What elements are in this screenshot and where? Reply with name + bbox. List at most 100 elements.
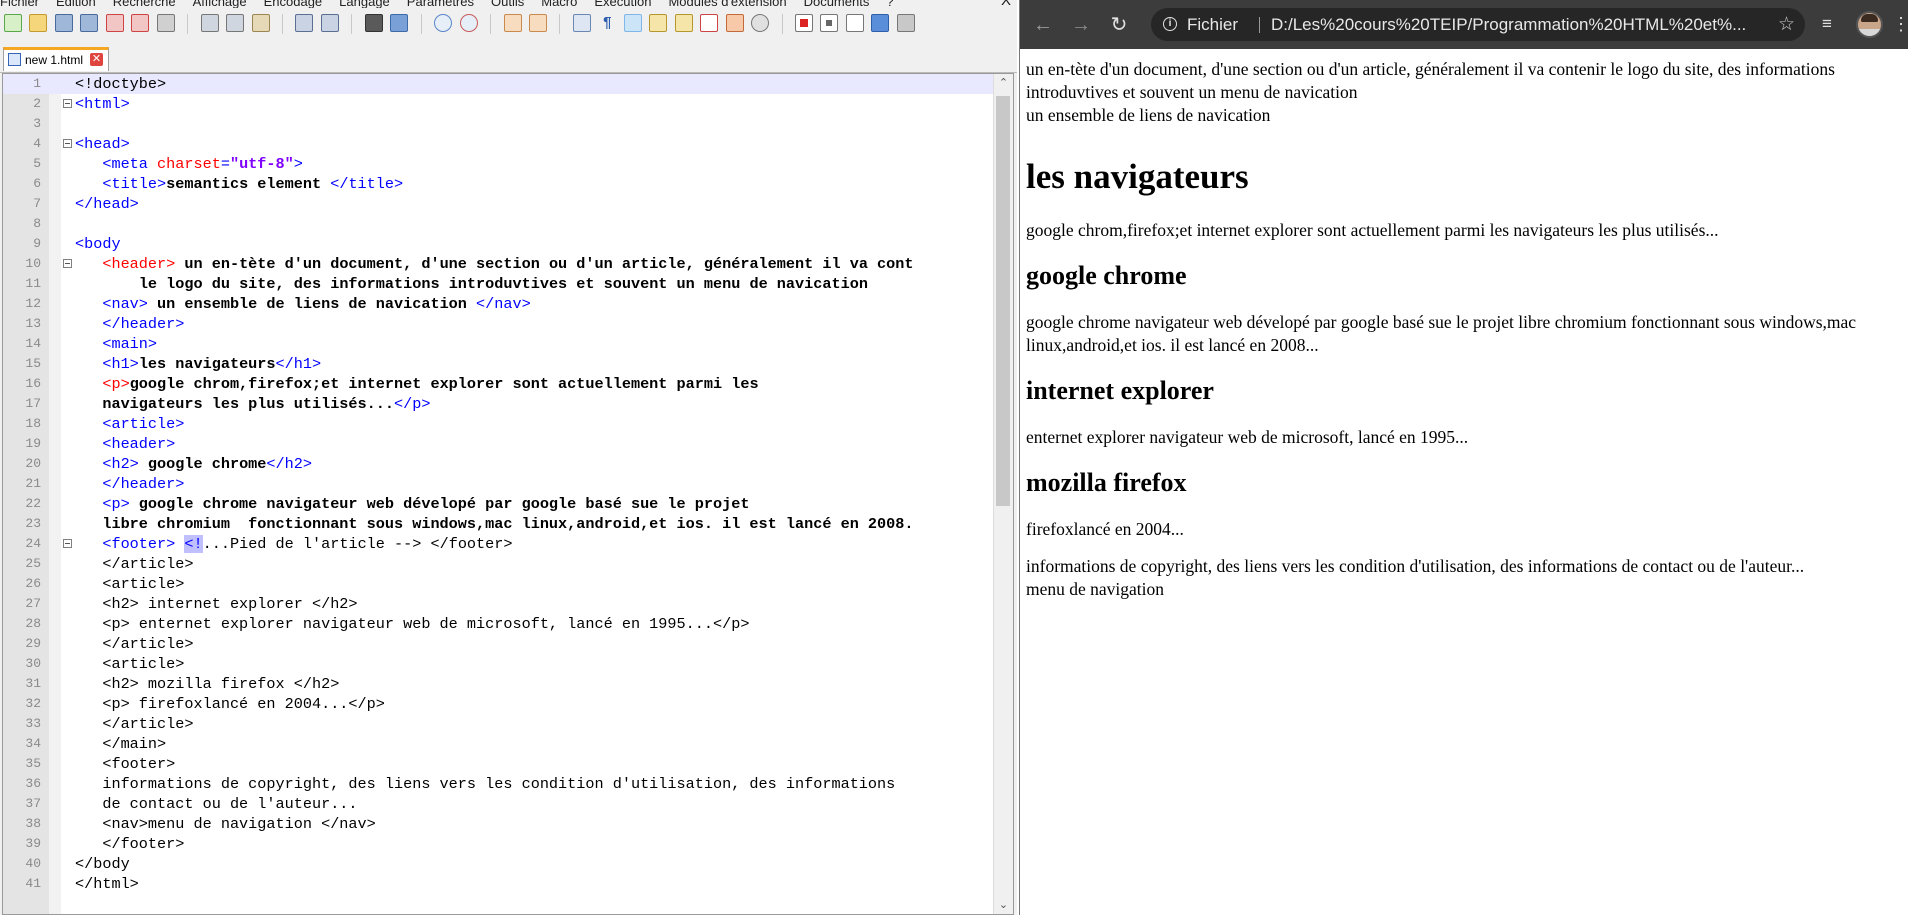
code-line[interactable]: 4 <head> [3, 134, 995, 154]
record-macro-icon[interactable] [794, 14, 813, 32]
info-icon[interactable]: i [1163, 17, 1177, 31]
menu-item[interactable]: Documents [804, 0, 870, 8]
code-line[interactable]: 24 <footer> <!...Pied de l'article --> <… [3, 534, 995, 554]
reload-icon[interactable]: ↻ [1106, 12, 1132, 38]
menu-item[interactable]: ? [886, 0, 893, 8]
code-line[interactable]: 22 <p> google chrome navigateur web déve… [3, 494, 995, 514]
monitoring-icon[interactable] [751, 14, 770, 32]
code-line[interactable]: 15 <h1>les navigateurs</h1> [3, 354, 995, 374]
code-line[interactable]: 17 navigateurs les plus utilisés...</p> [3, 394, 995, 414]
save-icon[interactable] [54, 14, 73, 32]
code-line[interactable]: 6 <title>semantics element </title> [3, 174, 995, 194]
code-line[interactable]: 35 <footer> [3, 754, 995, 774]
copy-icon[interactable] [226, 14, 245, 32]
code-line[interactable]: 34 </main> [3, 734, 995, 754]
code-line[interactable]: 33 </article> [3, 714, 995, 734]
code-line[interactable]: 20 <h2> google chrome</h2> [3, 454, 995, 474]
window-close-icon[interactable]: X [1001, 0, 1011, 8]
code-line[interactable]: 5 <meta charset="utf-8"> [3, 154, 995, 174]
code-editor[interactable]: 1 <!doctybe> 2 <html> 3 4 <head> 5 <meta charse… [2, 73, 1014, 915]
paste-icon[interactable] [251, 14, 270, 32]
fold-toggle-icon[interactable] [63, 139, 72, 148]
sync-horizontal-icon[interactable] [528, 14, 547, 32]
menu-item[interactable]: Édition [56, 0, 96, 8]
code-line[interactable]: 27 <h2> internet explorer </h2> [3, 594, 995, 614]
code-line[interactable]: 18 <article> [3, 414, 995, 434]
bookmark-star-icon[interactable]: ☆ [1778, 8, 1795, 41]
code-line[interactable]: 21 </header> [3, 474, 995, 494]
code-line[interactable]: 10 <header> un en-tète d'un document, d'… [3, 254, 995, 274]
cut-icon[interactable] [200, 14, 219, 32]
stop-macro-icon[interactable] [820, 14, 839, 32]
menu-item[interactable]: Paramètres [407, 0, 474, 8]
code-line[interactable]: 2 <html> [3, 94, 995, 114]
word-wrap-icon[interactable] [572, 14, 591, 32]
print-icon[interactable] [156, 14, 175, 32]
code-line[interactable]: 26 <article> [3, 574, 995, 594]
code-line[interactable]: 29 </article> [3, 634, 995, 654]
run-macro-multiple-icon[interactable] [871, 14, 890, 32]
forward-arrow-icon[interactable]: → [1068, 12, 1094, 38]
scroll-up-icon[interactable]: ⌃ [994, 74, 1013, 92]
doc-map-icon[interactable] [674, 14, 693, 32]
code-line[interactable]: 38 <nav>menu de navigation </nav> [3, 814, 995, 834]
folder-workspace-icon[interactable] [725, 14, 744, 32]
profile-avatar[interactable] [1856, 11, 1883, 38]
menu-item[interactable]: Modules d'extension [668, 0, 786, 8]
code-line[interactable]: 1 <!doctybe> [3, 74, 995, 94]
sync-vertical-icon[interactable] [503, 14, 522, 32]
menu-item[interactable]: Langage [339, 0, 390, 8]
code-line[interactable]: 39 </footer> [3, 834, 995, 854]
scrollbar-thumb[interactable] [996, 96, 1010, 506]
media-control-icon[interactable]: ≡ [1816, 13, 1838, 35]
user-lang-icon[interactable] [649, 14, 668, 32]
tab-new-1-html[interactable]: new 1.html ✕ [3, 47, 109, 71]
code-line[interactable]: 8 [3, 214, 995, 234]
code-line[interactable]: 3 [3, 114, 995, 134]
save-macro-icon[interactable] [896, 14, 915, 32]
new-file-icon[interactable] [4, 14, 22, 32]
code-line[interactable]: 13 </header> [3, 314, 995, 334]
code-line[interactable]: 14 <main> [3, 334, 995, 354]
code-line[interactable]: 9 <body [3, 234, 995, 254]
code-line[interactable]: 23 libre chromium fonctionnant sous wind… [3, 514, 995, 534]
redo-icon[interactable] [320, 14, 339, 32]
address-bar[interactable]: i Fichier D:/Les%20cours%20TEIP/Programm… [1151, 8, 1805, 41]
code-line[interactable]: 37 de contact ou de l'auteur... [3, 794, 995, 814]
undo-icon[interactable] [295, 14, 314, 32]
code-line[interactable]: 36 informations de copyright, des liens … [3, 774, 995, 794]
code-line[interactable]: 7 </head> [3, 194, 995, 214]
code-line[interactable]: 25 </article> [3, 554, 995, 574]
code-line[interactable]: 30 <article> [3, 654, 995, 674]
menu-item[interactable]: Affichage [193, 0, 247, 8]
scroll-down-icon[interactable]: ⌄ [994, 896, 1013, 914]
show-all-chars-icon[interactable]: ¶ [598, 14, 616, 32]
menu-item[interactable]: Macro [541, 0, 577, 8]
menu-item[interactable]: Encodage [264, 0, 323, 8]
url-text[interactable]: D:/Les%20cours%20TEIP/Programmation%20HT… [1271, 8, 1746, 41]
back-arrow-icon[interactable]: ← [1030, 12, 1056, 38]
code-line[interactable]: 12 <nav> un ensemble de liens de navicat… [3, 294, 995, 314]
zoom-in-icon[interactable] [434, 14, 453, 32]
code-line[interactable]: 40 </body [3, 854, 995, 874]
code-line[interactable]: 32 <p> firefoxlancé en 2004...</p> [3, 694, 995, 714]
play-macro-icon[interactable] [845, 14, 864, 32]
vertical-scrollbar[interactable]: ⌃ ⌄ [993, 74, 1013, 914]
menu-item[interactable]: Recherche [113, 0, 176, 8]
fold-toggle-icon[interactable] [63, 259, 72, 268]
close-all-icon[interactable] [131, 14, 150, 32]
open-file-icon[interactable] [29, 14, 48, 32]
code-line[interactable]: 41 </html> [3, 874, 995, 894]
code-line[interactable]: 28 <p> enternet explorer navigateur web … [3, 614, 995, 634]
close-file-icon[interactable] [105, 14, 124, 32]
indent-guide-icon[interactable] [623, 14, 642, 32]
code-line[interactable]: 19 <header> [3, 434, 995, 454]
menu-item[interactable]: Exécution [594, 0, 651, 8]
code-line[interactable]: 31 <h2> mozilla firefox </h2> [3, 674, 995, 694]
menu-item[interactable]: Fichier [0, 0, 39, 8]
menu-item[interactable]: Outils [491, 0, 524, 8]
code-line[interactable]: 16 <p>google chrom,firefox;et internet e… [3, 374, 995, 394]
fold-toggle-icon[interactable] [63, 539, 72, 548]
zoom-out-icon[interactable] [459, 14, 478, 32]
tab-close-icon[interactable]: ✕ [90, 53, 103, 66]
